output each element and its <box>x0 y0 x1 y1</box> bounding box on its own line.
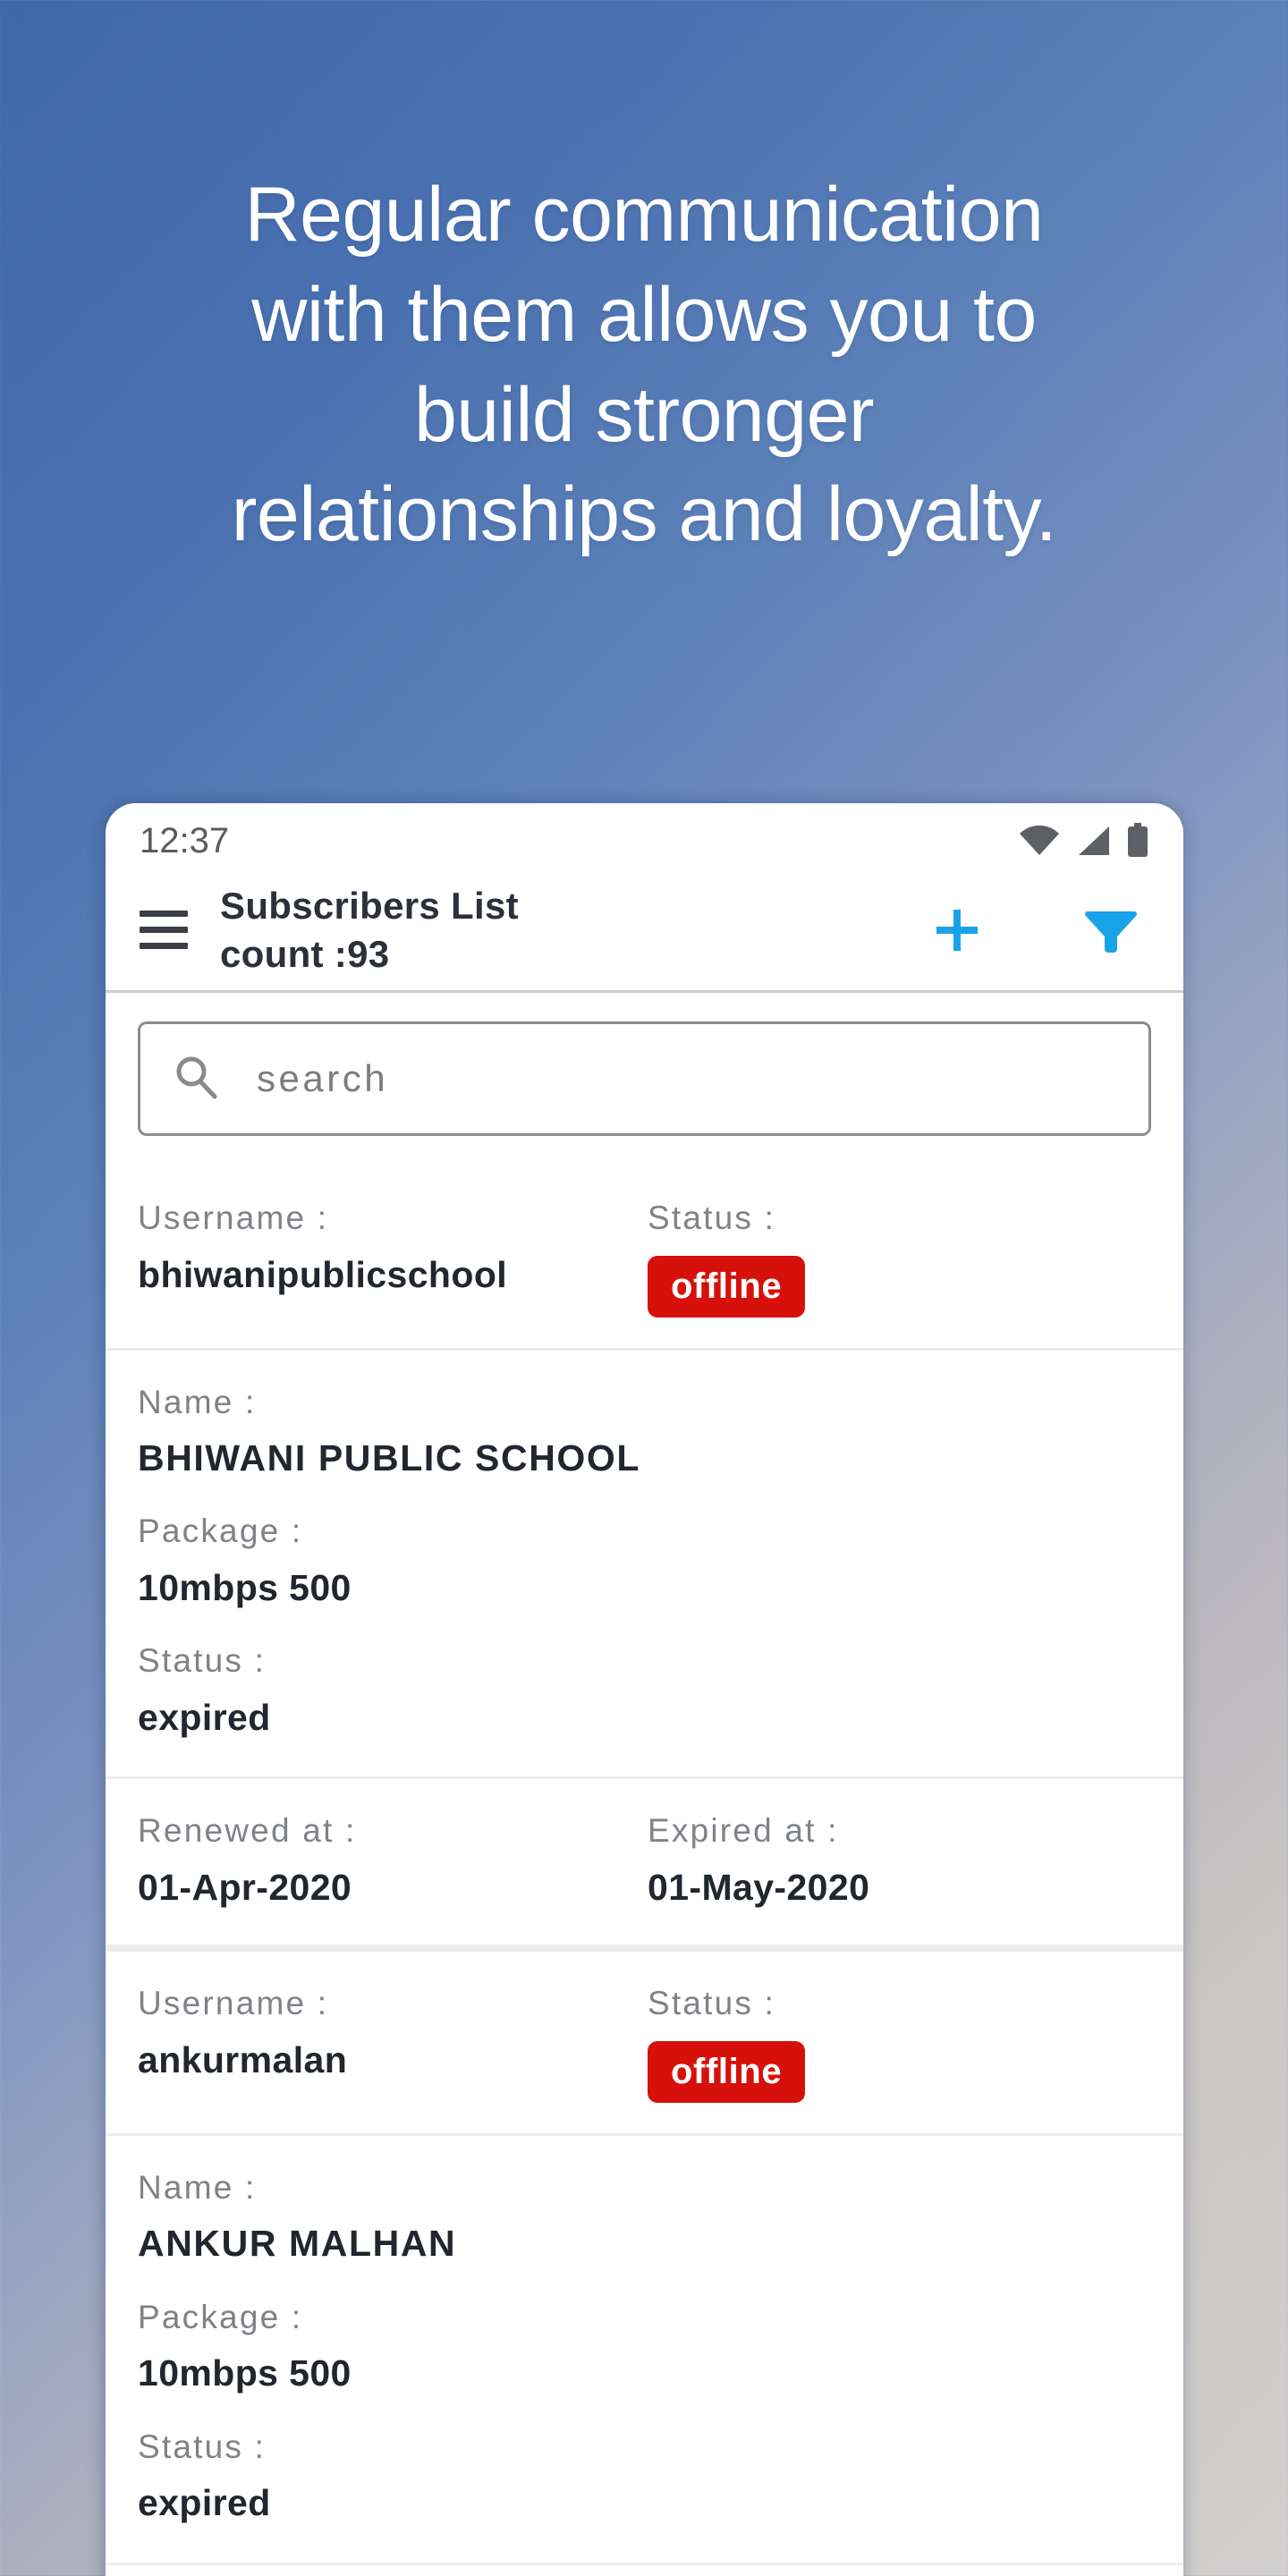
page-title: Subscribers List <box>220 884 519 927</box>
list-item[interactable]: Username : bhiwanipublicschool Status : … <box>106 1166 1183 1945</box>
search-section <box>106 993 1183 1166</box>
name-field: Name : BHIWANI PUBLIC SCHOOL <box>138 1377 1151 1486</box>
username-label: Username : <box>138 1985 329 2022</box>
cell-signal-icon <box>1075 825 1111 857</box>
renewed-at-cell: Renewed at : 01-Apr-2020 <box>138 1806 648 1914</box>
username-value: bhiwanipublicschool <box>138 1253 508 1295</box>
package-label: Package : <box>138 2298 303 2335</box>
phone-mockup: 12:37 Subscribers List count :93 search … <box>106 803 1183 2576</box>
account-status-value: expired <box>138 2482 271 2524</box>
promo-headline: Regular communication with them allows y… <box>0 165 1288 565</box>
list-item[interactable]: Username : ankurmalan Status : offline N… <box>106 1945 1183 2576</box>
online-status-cell: Status : offline <box>648 1193 1151 1318</box>
status-label: Status : <box>648 1985 776 2022</box>
headline-line-4: relationships and loyalty. <box>231 471 1057 558</box>
status-badge: offline <box>648 1255 806 1318</box>
subscribers-list[interactable]: Username : bhiwanipublicschool Status : … <box>106 1166 1183 2576</box>
username-value: ankurmalan <box>138 2038 348 2080</box>
account-status-field: Status : expired <box>138 2422 1151 2530</box>
username-cell: Username : ankurmalan <box>138 1979 648 2087</box>
expired-at-label: Expired at : <box>648 1812 839 1850</box>
account-status-label: Status : <box>138 1642 267 1680</box>
subscriber-summary-row: Username : ankurmalan Status : offline <box>106 1952 1183 2136</box>
app-bar: Subscribers List count :93 <box>106 869 1183 993</box>
subscriber-dates-row: Renewed at : 01-Apr-2020 Expired at : 01… <box>106 2565 1183 2576</box>
search-box[interactable] <box>138 1021 1151 1136</box>
username-label: Username : <box>138 1199 329 1236</box>
expired-at-value: 01-May-2020 <box>648 1866 870 1908</box>
app-bar-title-block: Subscribers List count :93 <box>193 882 929 979</box>
hamburger-menu-icon[interactable] <box>134 905 193 955</box>
name-label: Name : <box>138 2168 257 2206</box>
name-value: BHIWANI PUBLIC SCHOOL <box>138 1437 641 1479</box>
username-cell: Username : bhiwanipublicschool <box>138 1193 648 1301</box>
status-badge: offline <box>648 2040 806 2103</box>
headline-line-1: Regular communication <box>244 172 1044 258</box>
expired-at-cell: Expired at : 01-May-2020 <box>648 1806 1151 1914</box>
headline-line-3: build stronger <box>413 371 875 458</box>
subscriber-count: count :93 <box>220 932 390 975</box>
online-status-cell: Status : offline <box>648 1979 1151 2103</box>
package-value: 10mbps 500 <box>138 2352 352 2394</box>
account-status-field: Status : expired <box>138 1636 1151 1744</box>
status-bar-clock: 12:37 <box>140 820 230 860</box>
package-field: Package : 10mbps 500 <box>138 2292 1151 2401</box>
name-field: Name : ANKUR MALHAN <box>138 2163 1151 2271</box>
name-label: Name : <box>138 1383 257 1420</box>
subscriber-details: Name : BHIWANI PUBLIC SCHOOL Package : 1… <box>106 1351 1183 1780</box>
renewed-at-label: Renewed at : <box>138 1812 357 1850</box>
search-input[interactable] <box>257 1057 1118 1100</box>
plus-icon[interactable] <box>929 902 985 958</box>
package-value: 10mbps 500 <box>138 1566 352 1608</box>
account-status-label: Status : <box>138 2428 267 2465</box>
package-field: Package : 10mbps 500 <box>138 1506 1151 1614</box>
subscriber-details: Name : ANKUR MALHAN Package : 10mbps 500… <box>106 2136 1183 2565</box>
status-bar: 12:37 <box>106 803 1183 869</box>
package-label: Package : <box>138 1513 303 1550</box>
subscriber-dates-row: Renewed at : 01-Apr-2020 Expired at : 01… <box>106 1779 1183 1945</box>
account-status-value: expired <box>138 1696 271 1738</box>
battery-icon <box>1126 823 1149 859</box>
search-icon <box>171 1052 221 1106</box>
renewed-at-value: 01-Apr-2020 <box>138 1866 352 1908</box>
subscriber-summary-row: Username : bhiwanipublicschool Status : … <box>106 1166 1183 1351</box>
status-bar-icons <box>1019 823 1149 859</box>
status-label: Status : <box>648 1199 776 1236</box>
wifi-icon <box>1019 825 1060 857</box>
headline-line-2: with them allows you to <box>251 271 1037 358</box>
app-bar-actions <box>929 902 1151 958</box>
filter-funnel-icon[interactable] <box>1083 902 1139 958</box>
name-value: ANKUR MALHAN <box>138 2223 457 2265</box>
